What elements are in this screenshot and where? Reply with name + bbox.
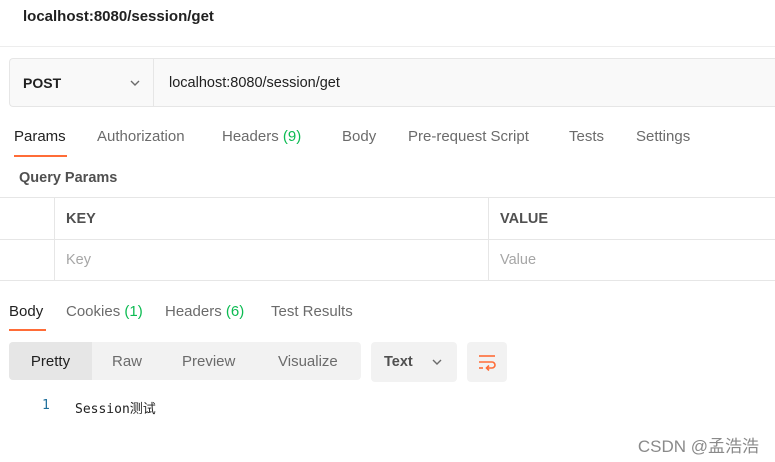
table-header-row: KEY VALUE [0,197,775,239]
watermark: CSDN @孟浩浩 [637,437,759,456]
tab-label: Settings [636,128,691,145]
url-input[interactable]: localhost:8080/session/get [154,59,775,106]
tab-count: (6) [225,303,245,320]
divider [0,46,775,47]
tab-label: Tests [569,128,605,145]
active-tab-indicator [14,155,67,157]
tab-label: Test Results [271,303,353,320]
query-params-table: KEY VALUE Key Value [0,197,775,281]
view-visualize-button[interactable]: Visualize [278,342,338,380]
tab-label: Pre-request Script [408,128,529,145]
table-row: Key Value [0,239,775,281]
tab-label: Cookies [66,303,121,320]
chevron-down-icon [432,359,442,365]
tab-params[interactable]: Params [14,128,66,145]
view-pretty-button[interactable]: Pretty [9,342,92,380]
postman-request-view: localhost:8080/session/get POST localhos… [0,0,775,462]
tab-pre-request-script[interactable]: Pre-request Script [408,128,529,145]
response-body-text: Session测试 [75,402,156,417]
tab-label: Authorization [97,128,185,145]
format-select[interactable]: Text [371,342,457,382]
line-number: 1 [42,398,50,413]
column-header-value: VALUE [488,198,775,239]
format-label: Text [384,354,413,370]
view-raw-button[interactable]: Raw [112,342,142,380]
column-header-key: KEY [54,198,488,239]
tab-label: Params [14,128,66,145]
tab-count: (1) [124,303,143,320]
active-response-tab-indicator [9,329,46,331]
tab-label: Headers [165,303,222,320]
tab-label: Body [9,303,44,320]
request-title[interactable]: localhost:8080/session/get [23,8,214,25]
method-select[interactable]: POST [10,59,154,106]
tab-authorization[interactable]: Authorization [97,128,185,145]
tab-body[interactable]: Body [342,128,376,145]
view-preview-button[interactable]: Preview [182,342,235,380]
method-label: POST [23,74,62,91]
value-input[interactable]: Value [488,240,775,280]
response-tab-headers[interactable]: Headers (6) [165,303,244,320]
query-params-label: Query Params [19,170,118,186]
tab-label: Body [342,128,377,145]
view-mode-group: Pretty Raw Preview Visualize [9,342,361,380]
chevron-down-icon [130,80,140,86]
wrap-lines-button[interactable] [467,342,507,382]
url-bar: POST localhost:8080/session/get [9,58,775,107]
response-tab-cookies[interactable]: Cookies (1) [66,303,143,320]
tab-headers[interactable]: Headers (9) [222,128,301,145]
response-tab-body[interactable]: Body [9,303,43,320]
wrap-lines-icon [479,355,496,371]
tab-settings[interactable]: Settings [636,128,690,145]
response-tab-test-results[interactable]: Test Results [271,303,353,320]
tab-tests[interactable]: Tests [569,128,604,145]
tab-count: (9) [282,128,302,145]
key-input[interactable]: Key [54,240,488,280]
tab-label: Headers [222,128,279,145]
